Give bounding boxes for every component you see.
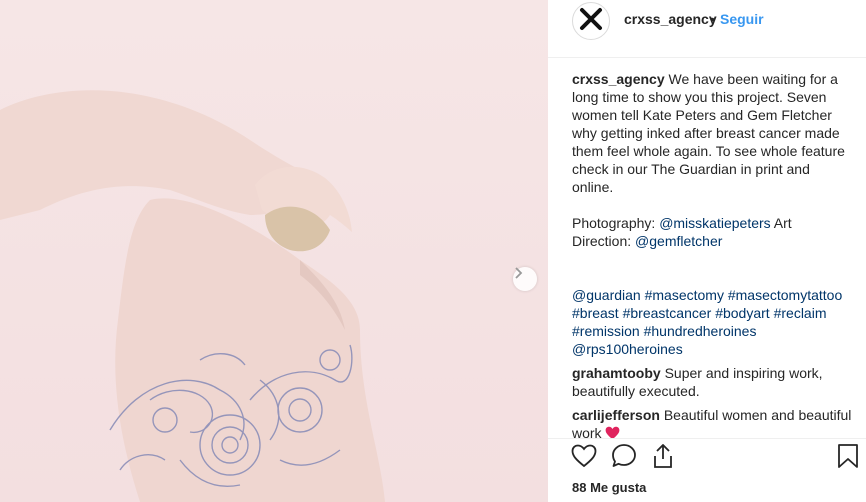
caption: crxss_agency We have been waiting for a … [572, 70, 852, 196]
comment-item: carlijefferson Beautiful women and beaut… [572, 406, 852, 438]
like-button[interactable] [570, 444, 598, 472]
comment-button[interactable] [610, 443, 638, 474]
caption-credits: Photography: @misskatiepeters Art Direct… [572, 214, 852, 250]
share-button[interactable] [649, 443, 677, 474]
post-photo[interactable] [0, 0, 548, 502]
tag-link[interactable]: @rps100heroines [572, 341, 683, 357]
bookmark-icon [837, 443, 859, 474]
heart-emoji-icon [605, 426, 620, 438]
tag-link[interactable]: #remission [572, 323, 640, 339]
caption-tags: @guardian #masectomy #masectomytattoo #b… [572, 286, 852, 358]
share-icon [651, 443, 675, 474]
comments-list: crxss_agency We have been waiting for a … [572, 70, 852, 438]
art-credit-handle[interactable]: @gemfletcher [635, 233, 722, 249]
comment-author[interactable]: carlijefferson [572, 407, 660, 423]
tag-link[interactable]: #masectomy [645, 287, 724, 303]
tag-link[interactable]: #breastcancer [623, 305, 712, 321]
likes-count[interactable]: 88 Me gusta [572, 480, 646, 495]
save-button[interactable] [834, 443, 862, 474]
post-side-panel: crxss_agency • Seguir crxss_agency We ha… [548, 0, 866, 502]
photo-credit-label: Photography: [572, 215, 656, 231]
comment-author[interactable]: grahamtooby [572, 365, 661, 381]
photo-illustration [0, 90, 385, 502]
caption-author[interactable]: crxss_agency [572, 71, 665, 87]
tag-link[interactable]: #breast [572, 305, 619, 321]
comment-item: grahamtooby Super and inspiring work, be… [572, 364, 852, 400]
comments-scroll[interactable]: crxss_agency We have been waiting for a … [548, 0, 866, 438]
caption-text: We have been waiting for a long time to … [572, 71, 845, 195]
tag-link[interactable]: #hundredheroines [644, 323, 757, 339]
comment-icon [611, 443, 637, 474]
tag-link[interactable]: #masectomytattoo [728, 287, 842, 303]
photo-credit-handle[interactable]: @misskatiepeters [659, 215, 770, 231]
next-photo-button[interactable] [513, 267, 537, 291]
tag-link[interactable]: #bodyart [715, 305, 769, 321]
post-actions [548, 438, 866, 482]
tag-link[interactable]: #reclaim [774, 305, 827, 321]
tag-link[interactable]: @guardian [572, 287, 641, 303]
heart-icon [571, 444, 597, 473]
